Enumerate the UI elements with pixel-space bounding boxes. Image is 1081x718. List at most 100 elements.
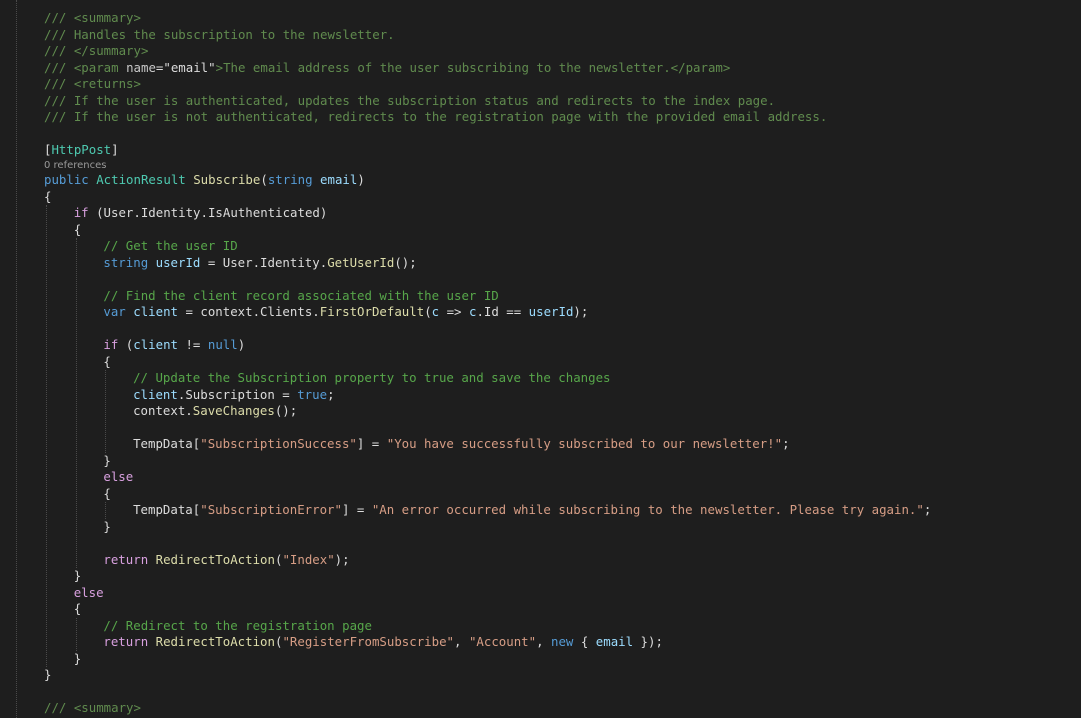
code-token: /// xyxy=(44,76,74,91)
code-token: ] = xyxy=(341,502,372,517)
code-token: "You have successfully subscribed to our… xyxy=(386,436,783,451)
code-lens-references[interactable]: 0 references xyxy=(44,159,107,173)
code-token: SaveChanges xyxy=(192,403,275,418)
code-token: ; xyxy=(782,436,790,451)
code-line[interactable]: /// <summary> xyxy=(44,10,141,26)
code-token: RedirectToAction xyxy=(155,634,275,649)
code-token: true xyxy=(297,386,328,402)
code-token: // Redirect to the registration page xyxy=(103,617,372,633)
code-line[interactable]: var client = context.Clients.FirstOrDefa… xyxy=(103,304,588,320)
code-line[interactable]: // Get the user ID xyxy=(103,238,237,254)
code-token: "An error occurred while subscribing to … xyxy=(371,502,924,517)
code-token: /// xyxy=(44,43,74,58)
code-token: ActionResult xyxy=(96,172,194,187)
code-token: "email" xyxy=(163,59,216,75)
code-line[interactable]: /// If the user is not authenticated, re… xyxy=(44,109,827,125)
code-line[interactable]: } xyxy=(44,667,51,683)
code-token: ( xyxy=(260,172,268,187)
code-line[interactable]: } xyxy=(74,651,81,667)
code-token: (); xyxy=(274,403,298,418)
code-line[interactable]: // Update the Subscription property to t… xyxy=(133,370,610,386)
code-token: { xyxy=(103,485,111,501)
code-line[interactable]: client.Subscription = true; xyxy=(133,387,334,403)
code-line[interactable]: TempData["SubscriptionError"] = "An erro… xyxy=(133,502,931,518)
code-token: return xyxy=(103,634,156,649)
code-token: else xyxy=(103,469,134,484)
code-line[interactable]: string userId = User.Identity.GetUserId(… xyxy=(103,255,416,271)
code-line[interactable]: if (client != null) xyxy=(103,337,245,353)
code-line[interactable]: { xyxy=(103,354,110,370)
code-token: , xyxy=(536,634,551,649)
code-token: { xyxy=(573,634,596,649)
code-token: } xyxy=(73,568,82,583)
code-editor[interactable]: /// <summary>/// Handles the subscriptio… xyxy=(0,0,1081,718)
code-line[interactable]: [HttpPost] xyxy=(44,142,119,158)
code-line[interactable]: if (User.Identity.IsAuthenticated) xyxy=(74,205,328,221)
code-token: "SubscriptionSuccess" xyxy=(200,436,357,451)
code-token: c xyxy=(431,304,440,319)
code-line[interactable]: /// </summary> xyxy=(44,43,148,59)
code-token: { xyxy=(44,188,52,204)
code-token: ( xyxy=(424,304,432,319)
indent-guide xyxy=(75,617,77,651)
code-token: ; xyxy=(327,386,335,402)
code-token: <returns> xyxy=(73,76,141,91)
code-token: email xyxy=(595,634,634,649)
code-line[interactable]: /// <returns> xyxy=(44,76,141,92)
code-token: ); xyxy=(573,304,589,319)
code-token: /// Handles the subscription to the news… xyxy=(44,26,395,42)
code-line[interactable]: { xyxy=(74,222,81,238)
code-line[interactable]: public ActionResult Subscribe(string ema… xyxy=(44,172,365,188)
code-token: ) xyxy=(357,172,365,187)
code-token: name xyxy=(126,59,156,75)
code-line[interactable]: context.SaveChanges(); xyxy=(133,403,297,419)
code-token: HttpPost xyxy=(51,142,112,157)
code-token: RedirectToAction xyxy=(155,551,275,567)
code-token: ); xyxy=(334,551,350,567)
code-token: { xyxy=(73,601,82,616)
code-token: != xyxy=(178,337,208,352)
code-token: = User.Identity. xyxy=(200,254,328,270)
code-line[interactable]: { xyxy=(44,189,51,205)
code-token: /// xyxy=(44,700,74,715)
code-line[interactable]: } xyxy=(103,453,110,469)
code-line[interactable]: // Redirect to the registration page xyxy=(103,618,372,634)
code-line[interactable]: else xyxy=(74,585,104,601)
code-line[interactable]: TempData["SubscriptionSuccess"] = "You h… xyxy=(133,436,789,452)
code-line[interactable]: /// Handles the subscription to the news… xyxy=(44,27,395,43)
code-token: "RegisterFromSubscribe" xyxy=(282,634,455,649)
code-line[interactable]: { xyxy=(103,486,110,502)
code-token: // Update the Subscription property to t… xyxy=(133,370,611,385)
code-line[interactable]: { xyxy=(74,601,81,617)
code-line[interactable]: return RedirectToAction("Index"); xyxy=(103,552,349,568)
code-token: TempData[ xyxy=(133,502,201,517)
code-token: }); xyxy=(633,634,663,649)
code-line[interactable]: /// If the user is authenticated, update… xyxy=(44,93,775,109)
code-token: new xyxy=(551,634,574,649)
code-token: client xyxy=(133,304,178,319)
code-token: > xyxy=(215,59,224,75)
code-token: = context.Clients. xyxy=(178,304,320,319)
code-line[interactable]: else xyxy=(103,469,133,485)
code-token: (); xyxy=(394,254,417,270)
code-token: string xyxy=(103,254,156,270)
indent-guide xyxy=(105,370,107,453)
code-token: ; xyxy=(923,502,932,517)
code-line[interactable]: /// <param name="email">The email addres… xyxy=(44,60,730,76)
code-token: } xyxy=(44,667,52,682)
code-line[interactable]: } xyxy=(103,519,110,535)
code-token: else xyxy=(73,584,104,600)
code-line[interactable]: // Find the client record associated wit… xyxy=(103,288,498,304)
code-token: { xyxy=(73,221,82,237)
code-line[interactable]: } xyxy=(74,568,81,584)
code-token: userId xyxy=(528,304,574,319)
indent-guide xyxy=(46,205,47,667)
indent-guide xyxy=(105,502,107,519)
code-token: FirstOrDefault xyxy=(319,304,425,319)
code-token: } xyxy=(103,518,111,534)
code-line[interactable]: return RedirectToAction("RegisterFromSub… xyxy=(103,634,663,650)
code-line[interactable]: /// <summary> xyxy=(44,700,141,716)
code-token: userId xyxy=(155,254,201,270)
code-token: Subscribe xyxy=(193,172,261,187)
code-token: null xyxy=(207,337,238,352)
